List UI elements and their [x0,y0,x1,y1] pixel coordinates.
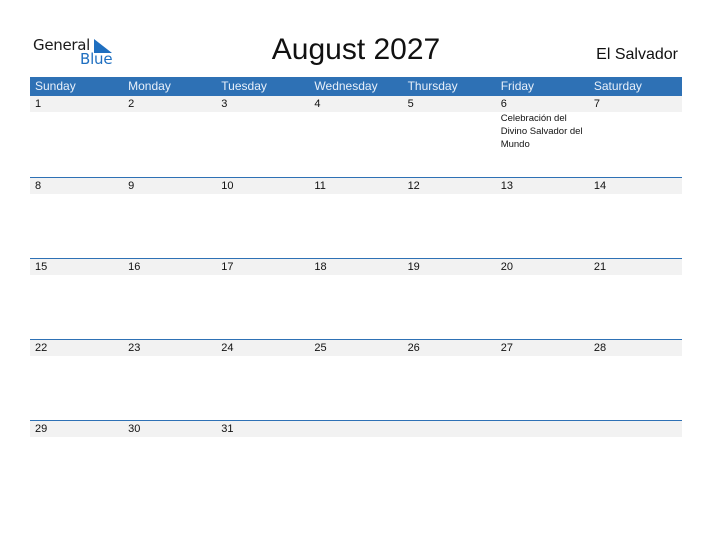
day-cell: 24 [216,340,309,420]
day-cell: 11 [309,178,402,258]
day-number: 11 [314,180,326,192]
day-cell: 13 [496,178,589,258]
week-row: 29 30 31 [30,420,682,501]
weekday-wednesday: Wednesday [314,79,378,93]
day-cell: 20 [496,259,589,339]
day-cell: 15 [30,259,123,339]
day-cell: 23 [123,340,216,420]
weekday-monday: Monday [128,79,171,93]
day-number: 14 [593,180,607,192]
day-cell: 7 [589,96,682,177]
day-cell: 4 [309,96,402,177]
day-number: 27 [500,342,513,354]
day-number: 7 [593,98,600,110]
day-number: 2 [128,98,135,110]
day-number: 3 [221,98,228,110]
day-number: 13 [500,180,513,192]
day-number: 22 [35,342,48,354]
day-number: 18 [314,261,327,273]
day-number: 16 [128,261,141,273]
day-cell: 19 [403,259,496,339]
day-number: 4 [314,98,321,110]
day-cell: 21 [589,259,682,339]
day-cell: 31 [216,421,309,501]
day-cell: 25 [309,340,402,420]
week-row: 22 23 24 25 26 27 28 [30,339,682,420]
day-cell: 17 [216,259,309,339]
day-number: 31 [221,423,234,435]
day-number: 1 [35,98,42,110]
day-cell: 14 [589,178,682,258]
day-number: 10 [221,180,234,192]
day-number: 28 [593,342,607,354]
day-cell: 22 [30,340,123,420]
weekday-thursday: Thursday [407,79,458,93]
day-number: 15 [35,261,48,273]
day-cell: 16 [123,259,216,339]
week-row: 8 9 10 11 12 13 14 [30,177,682,258]
day-number: 20 [500,261,513,273]
day-cell [403,421,496,501]
weekday-header: Sunday Monday Tuesday Wednesday Thursday… [30,77,682,96]
day-cell [309,421,402,501]
day-cell: 26 [403,340,496,420]
day-number: 12 [407,180,420,192]
country-label: El Salvador [596,46,678,63]
calendar-grid: Sunday Monday Tuesday Wednesday Thursday… [30,77,682,501]
day-cell: 28 [589,340,682,420]
weekday-friday: Friday [500,79,535,93]
day-cell: 30 [123,421,216,501]
day-cell: 18 [309,259,402,339]
week-row: 1 2 3 4 5 6 Celebración del Divino Salvador de… [30,96,682,177]
weekday-sunday: Sunday [35,79,76,93]
day-cell: 1 [30,96,123,177]
day-number: 21 [593,261,607,273]
day-number: 8 [35,180,42,192]
weekday-saturday: Saturday [593,79,642,93]
day-cell: 29 [30,421,123,501]
day-number: 30 [128,423,141,435]
day-cell: 5 [403,96,496,177]
day-cell: 3 [216,96,309,177]
day-cell: 8 [30,178,123,258]
day-number: 29 [35,423,48,435]
day-number: 26 [407,342,420,354]
day-cell: 12 [403,178,496,258]
day-cell [589,421,682,501]
day-number: 5 [407,98,414,110]
day-number: 25 [314,342,327,354]
day-cell: 6 Celebración del Divino Salvador del Mun… [496,96,589,177]
day-cell: 2 [123,96,216,177]
holiday-event: Celebración del Divino Salvador del Mund… [500,113,583,150]
day-cell: 27 [496,340,589,420]
day-number: 17 [221,261,234,273]
day-cell: 10 [216,178,309,258]
weekday-tuesday: Tuesday [221,79,267,93]
day-number: 9 [128,180,135,192]
day-number: 6 [500,98,507,110]
day-number: 19 [407,261,420,273]
day-cell: 9 [123,178,216,258]
day-cell [496,421,589,501]
day-number: 24 [221,342,234,354]
day-number: 23 [128,342,141,354]
week-row: 15 16 17 18 19 20 21 [30,258,682,339]
